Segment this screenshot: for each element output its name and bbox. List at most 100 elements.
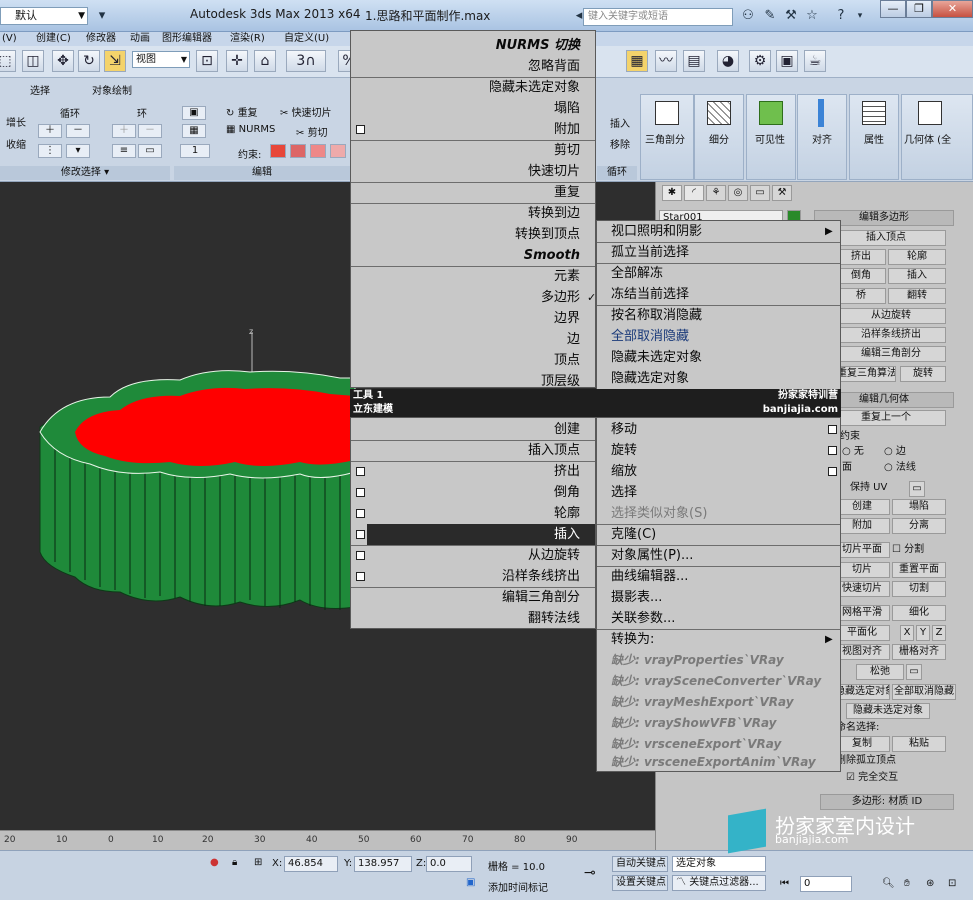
iterations-spinner[interactable]: 1 bbox=[180, 144, 210, 158]
restore-button[interactable]: ❐ bbox=[906, 0, 932, 18]
menu-item-missing-vray[interactable]: 缺少: vraySceneConverter`VRay bbox=[597, 671, 840, 692]
scale-settings-icon[interactable] bbox=[828, 467, 837, 476]
menu-item-top-level[interactable]: 顶层级 bbox=[351, 371, 595, 389]
menu-item-polygon[interactable]: 多边形 bbox=[351, 287, 595, 308]
menu-item-element[interactable]: 元素 bbox=[351, 266, 595, 287]
auto-key-button[interactable]: 自动关键点 bbox=[612, 856, 668, 872]
menu-item-missing-vray[interactable]: 缺少: vrayMeshExport`VRay bbox=[597, 692, 840, 713]
loop-grow-button[interactable]: ＋ bbox=[38, 124, 62, 138]
help-dropdown-icon[interactable]: ▾ bbox=[852, 8, 868, 24]
slice-button[interactable]: 切片 bbox=[834, 562, 890, 578]
binoculars-icon[interactable]: ⚇ bbox=[740, 8, 756, 24]
detach-button[interactable]: 分离 bbox=[892, 518, 946, 534]
exchange-icon[interactable]: ⚒ bbox=[783, 8, 799, 24]
constraint-none-radio[interactable]: ○ 无 bbox=[842, 445, 864, 459]
menu-graph-editors[interactable]: 图形编辑器 bbox=[162, 32, 212, 45]
render-frame-icon[interactable]: ▣ bbox=[776, 50, 798, 72]
star-icon[interactable]: ☆ bbox=[804, 8, 820, 24]
menu-item-missing-vray[interactable]: 缺少: vrayProperties`VRay bbox=[597, 650, 840, 671]
y-coord-field[interactable]: 138.957 bbox=[354, 856, 412, 872]
menu-item-unfreeze-all[interactable]: 全部解冻 bbox=[597, 263, 840, 284]
quickslice-button[interactable]: ✂ 快速切片 bbox=[280, 104, 332, 119]
menu-item-missing-vray[interactable]: 缺少: vrsceneExportAnim`VRay bbox=[597, 752, 840, 772]
keyboard-shortcut-icon[interactable]: ⌂ bbox=[254, 50, 276, 72]
create-tab-icon[interactable]: ✱ bbox=[662, 185, 682, 201]
render-setup-icon[interactable]: ⚙ bbox=[749, 50, 771, 72]
maximize-viewport-icon[interactable]: ⊡ bbox=[948, 878, 956, 889]
copy-button[interactable]: 复制 bbox=[834, 736, 890, 752]
loops-footer[interactable]: 循环 bbox=[597, 166, 637, 180]
menu-item-move[interactable]: 移动 bbox=[597, 419, 840, 440]
constraint-edge-radio[interactable]: ○ 边 bbox=[884, 445, 906, 459]
split-checkbox[interactable]: ☐ 分割 bbox=[892, 543, 924, 557]
tessellate-button[interactable]: 细化 bbox=[892, 605, 946, 621]
menu-item-convert-to[interactable]: 转换为: bbox=[597, 629, 840, 650]
time-ruler[interactable]: 20 10 0 10 20 30 40 50 60 70 80 90 bbox=[0, 830, 655, 850]
search-input[interactable]: 键入关键字或短语 bbox=[583, 8, 733, 26]
constraint-normal-radio[interactable]: ○ 法线 bbox=[884, 461, 916, 475]
menu-item-unhide-all[interactable]: 全部取消隐藏 bbox=[597, 326, 840, 347]
cut-button[interactable]: 切割 bbox=[892, 581, 946, 597]
menu-view[interactable]: (V) bbox=[2, 32, 17, 45]
absolute-mode-icon[interactable]: ⊞ bbox=[254, 857, 262, 868]
constraint-edge-icon[interactable] bbox=[290, 144, 306, 158]
full-interactivity-checkbox[interactable]: ☑ 完全交互 bbox=[846, 771, 898, 785]
menu-item-hide-unselected[interactable]: 隐藏未选定对象 bbox=[597, 347, 840, 368]
menu-animation[interactable]: 动画 bbox=[130, 32, 150, 45]
menu-item-object-properties[interactable]: 对象属性(P)... bbox=[597, 545, 840, 566]
menu-item-cut[interactable]: 剪切 bbox=[351, 140, 595, 161]
key-mode-icon[interactable]: ⊸ bbox=[584, 865, 596, 881]
x-coord-field[interactable]: 46.854 bbox=[284, 856, 338, 872]
remove-loop-button[interactable]: 移除 bbox=[610, 136, 630, 151]
ring-label[interactable]: 环 bbox=[137, 105, 147, 120]
relax-settings[interactable]: ▭ bbox=[906, 664, 922, 680]
menu-item-freeze-selection[interactable]: 冻结当前选择 bbox=[597, 284, 840, 305]
loop-options-button[interactable]: ▾ bbox=[66, 144, 90, 158]
add-time-tag[interactable]: 添加时间标记 bbox=[488, 879, 548, 894]
constraint-none-icon[interactable] bbox=[270, 144, 286, 158]
key-filters-button[interactable]: 〽 关键点过滤器... bbox=[672, 875, 766, 891]
menu-item-bevel[interactable]: 倒角 bbox=[351, 482, 595, 503]
menu-item-wire-parameters[interactable]: 关联参数... bbox=[597, 608, 840, 629]
bevel-settings-icon[interactable] bbox=[356, 488, 365, 497]
constraint-normal-icon[interactable] bbox=[330, 144, 346, 158]
bridge-button[interactable]: 桥 bbox=[836, 288, 886, 304]
nurms-button[interactable]: ▦ NURMS bbox=[226, 124, 275, 135]
subdivide-button[interactable]: 细分 bbox=[694, 94, 744, 180]
select-region-icon[interactable]: ⬚ bbox=[0, 50, 16, 72]
hinge-settings-icon[interactable] bbox=[356, 551, 365, 560]
turn-button[interactable]: 旋转 bbox=[900, 366, 946, 382]
select-manipulate-icon[interactable]: ✛ bbox=[226, 50, 248, 72]
schematic-icon[interactable]: ▤ bbox=[683, 50, 705, 72]
repeat-last-button[interactable]: 重复上一个 bbox=[826, 410, 946, 426]
extrude-settings-icon[interactable] bbox=[356, 467, 365, 476]
menu-customize[interactable]: 自定义(U) bbox=[284, 32, 329, 45]
menu-item-insert-vertex[interactable]: 插入顶点 bbox=[351, 440, 595, 461]
menu-item-missing-vray[interactable]: 缺少: vrayShowVFB`VRay bbox=[597, 713, 840, 734]
delete-isolated-checkbox[interactable]: 删除孤立顶点 bbox=[836, 754, 896, 768]
current-frame-field[interactable]: 0 bbox=[800, 876, 852, 892]
shrink-label[interactable]: 收缩 bbox=[6, 136, 26, 151]
menu-item-viewport-lighting[interactable]: 视口照明和阴影 bbox=[597, 221, 840, 242]
unhide-all-button[interactable]: 全部取消隐藏 bbox=[892, 684, 956, 700]
insert-loop-button[interactable]: 插入 bbox=[610, 115, 630, 130]
attach-settings-icon[interactable] bbox=[356, 125, 365, 134]
menu-modifiers[interactable]: 修改器 bbox=[86, 32, 116, 45]
menu-item-convert-to-vertex[interactable]: 转换到顶点 bbox=[351, 224, 595, 245]
render-icon[interactable]: ☕ bbox=[804, 50, 826, 72]
pivot-icon[interactable]: ⊡ bbox=[196, 50, 218, 72]
menu-item-select-similar[interactable]: 选择类似对象(S) bbox=[597, 503, 840, 524]
orbit-icon[interactable]: ⊛ bbox=[926, 878, 934, 889]
preserve-uv-settings[interactable]: ▭ bbox=[909, 481, 925, 497]
grid-align-button[interactable]: 栅格对齐 bbox=[892, 644, 946, 660]
align-button[interactable]: 对齐 bbox=[797, 94, 847, 180]
view-align-button[interactable]: 视图对齐 bbox=[834, 644, 890, 660]
planar-x-button[interactable]: X bbox=[900, 625, 914, 641]
quickslice-button[interactable]: 快速切片 bbox=[834, 581, 890, 597]
zoom-icon[interactable]: 🔍︎ bbox=[882, 878, 895, 889]
move-settings-icon[interactable] bbox=[828, 425, 837, 434]
ribbon-tab-select[interactable]: 选择 bbox=[30, 82, 50, 97]
dropdown-icon[interactable]: ▾ bbox=[94, 8, 110, 24]
paste-button[interactable]: 粘贴 bbox=[892, 736, 946, 752]
menu-item-extrude[interactable]: 挤出 bbox=[351, 461, 595, 482]
